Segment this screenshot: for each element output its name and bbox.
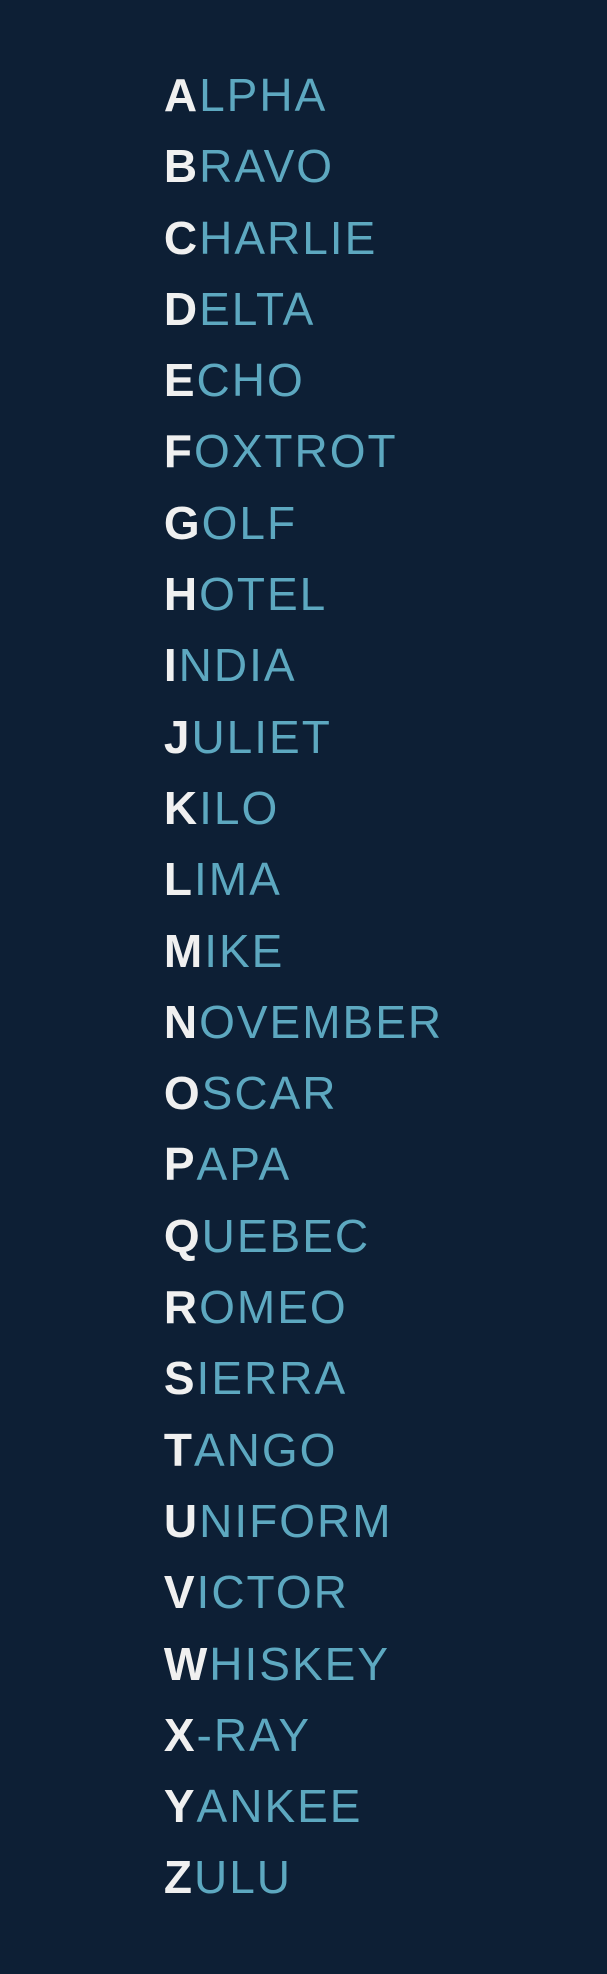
word-initial-letter: J bbox=[164, 702, 192, 773]
word-initial-letter: K bbox=[164, 773, 199, 844]
list-item: HOTEL bbox=[164, 559, 327, 630]
word-rest-letters: ULIET bbox=[191, 702, 331, 773]
word-initial-letter: N bbox=[164, 987, 199, 1058]
list-item: KILO bbox=[164, 773, 279, 844]
list-item: CHARLIE bbox=[164, 203, 377, 274]
list-item: SIERRA bbox=[164, 1343, 347, 1414]
list-item: NOVEMBER bbox=[164, 987, 443, 1058]
word-initial-letter: O bbox=[164, 1058, 202, 1129]
word-initial-letter: X bbox=[164, 1700, 197, 1771]
word-rest-letters: ANKEE bbox=[197, 1771, 363, 1842]
word-initial-letter: Y bbox=[164, 1771, 197, 1842]
word-rest-letters: RAVO bbox=[199, 131, 334, 202]
word-initial-letter: F bbox=[164, 416, 194, 487]
word-rest-letters: APA bbox=[197, 1129, 292, 1200]
word-rest-letters: OXTROT bbox=[194, 416, 398, 487]
word-rest-letters: OMEO bbox=[199, 1272, 348, 1343]
word-rest-letters: OLF bbox=[202, 488, 297, 559]
word-rest-letters: ANGO bbox=[194, 1415, 337, 1486]
word-rest-letters: OVEMBER bbox=[199, 987, 443, 1058]
word-initial-letter: Q bbox=[164, 1201, 202, 1272]
list-item: YANKEE bbox=[164, 1771, 363, 1842]
word-initial-letter: A bbox=[164, 60, 199, 131]
word-rest-letters: IMA bbox=[194, 844, 282, 915]
word-rest-letters: CHO bbox=[197, 345, 305, 416]
word-rest-letters: SCAR bbox=[202, 1058, 338, 1129]
word-initial-letter: W bbox=[164, 1629, 209, 1700]
word-rest-letters: ELTA bbox=[199, 274, 315, 345]
word-initial-letter: H bbox=[164, 559, 199, 630]
word-initial-letter: R bbox=[164, 1272, 199, 1343]
word-rest-letters: NIFORM bbox=[199, 1486, 392, 1557]
word-rest-letters: NDIA bbox=[179, 630, 297, 701]
list-item: LIMA bbox=[164, 844, 282, 915]
word-rest-letters: HISKEY bbox=[209, 1629, 390, 1700]
word-initial-letter: Z bbox=[164, 1842, 194, 1913]
list-item: FOXTROT bbox=[164, 416, 398, 487]
list-item: MIKE bbox=[164, 916, 284, 987]
word-initial-letter: T bbox=[164, 1415, 194, 1486]
list-item: ZULU bbox=[164, 1842, 292, 1913]
word-initial-letter: G bbox=[164, 488, 202, 559]
list-item: DELTA bbox=[164, 274, 315, 345]
list-item: X-RAY bbox=[164, 1700, 311, 1771]
word-initial-letter: P bbox=[164, 1129, 197, 1200]
list-item: QUEBEC bbox=[164, 1201, 370, 1272]
word-initial-letter: D bbox=[164, 274, 199, 345]
word-initial-letter: E bbox=[164, 345, 197, 416]
word-rest-letters: HARLIE bbox=[199, 203, 377, 274]
word-initial-letter: V bbox=[164, 1557, 197, 1628]
word-rest-letters: ULU bbox=[194, 1842, 292, 1913]
list-item: VICTOR bbox=[164, 1557, 349, 1628]
word-initial-letter: C bbox=[164, 203, 199, 274]
word-initial-letter: U bbox=[164, 1486, 199, 1557]
word-rest-letters: UEBEC bbox=[202, 1201, 370, 1272]
list-item: GOLF bbox=[164, 488, 297, 559]
list-item: OSCAR bbox=[164, 1058, 338, 1129]
word-rest-letters: IERRA bbox=[197, 1343, 348, 1414]
list-item: UNIFORM bbox=[164, 1486, 393, 1557]
list-item: INDIA bbox=[164, 630, 297, 701]
list-item: ECHO bbox=[164, 345, 305, 416]
word-rest-letters: OTEL bbox=[199, 559, 327, 630]
list-item: TANGO bbox=[164, 1415, 338, 1486]
word-rest-letters: ICTOR bbox=[197, 1557, 349, 1628]
phonetic-alphabet-list: ALPHABRAVOCHARLIEDELTAECHOFOXTROTGOLFHOT… bbox=[164, 0, 443, 1974]
list-item: WHISKEY bbox=[164, 1629, 390, 1700]
list-item: ALPHA bbox=[164, 60, 327, 131]
word-initial-letter: M bbox=[164, 916, 204, 987]
word-initial-letter: I bbox=[164, 630, 179, 701]
list-item: BRAVO bbox=[164, 131, 334, 202]
list-item: JULIET bbox=[164, 702, 332, 773]
word-rest-letters: -RAY bbox=[197, 1700, 312, 1771]
word-initial-letter: L bbox=[164, 844, 194, 915]
list-item: ROMEO bbox=[164, 1272, 348, 1343]
word-rest-letters: LPHA bbox=[199, 60, 327, 131]
word-initial-letter: S bbox=[164, 1343, 197, 1414]
word-initial-letter: B bbox=[164, 131, 199, 202]
word-rest-letters: IKE bbox=[204, 916, 284, 987]
word-rest-letters: ILO bbox=[199, 773, 279, 844]
list-item: PAPA bbox=[164, 1129, 291, 1200]
